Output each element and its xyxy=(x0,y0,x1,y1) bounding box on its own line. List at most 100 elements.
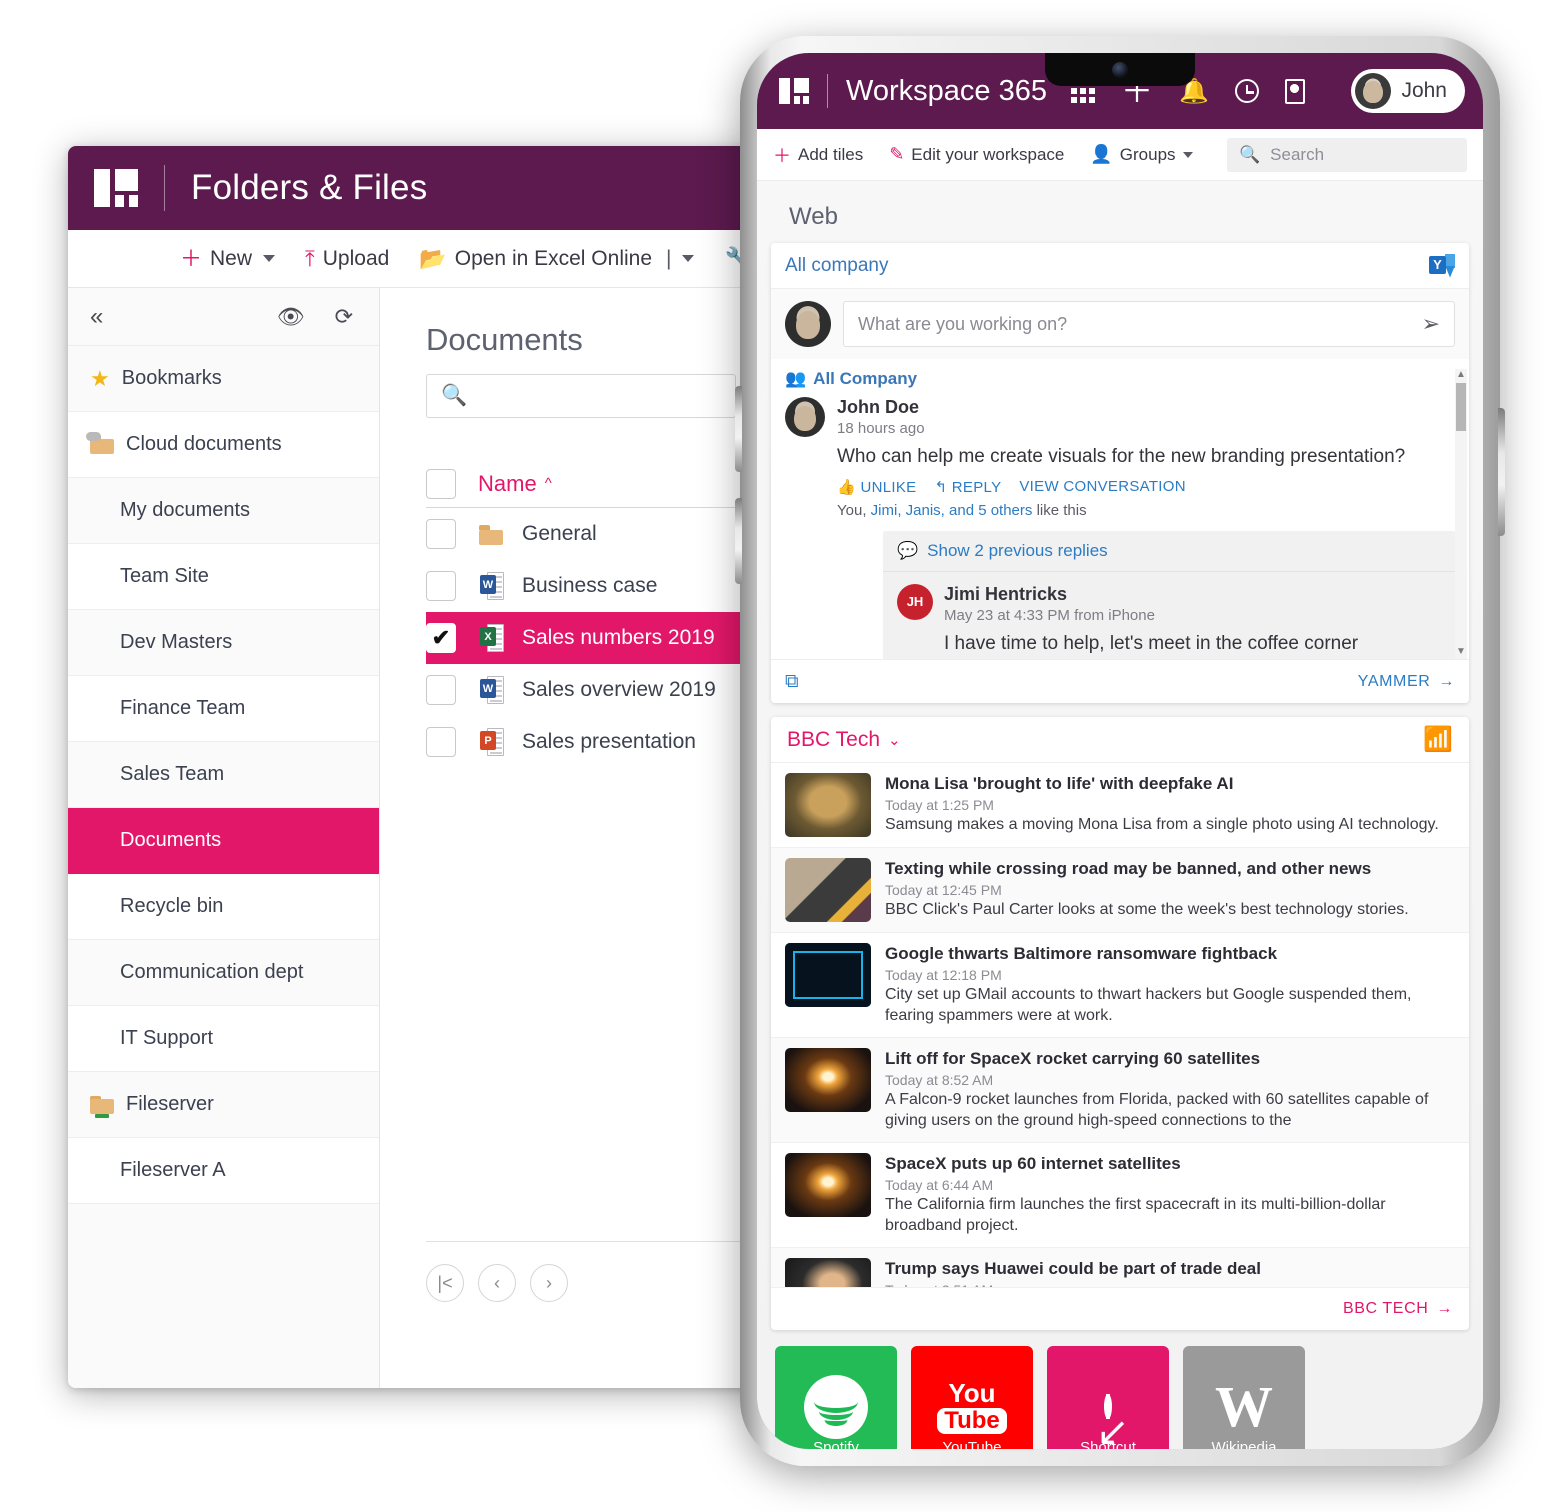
scrollbar-thumb[interactable] xyxy=(1456,383,1466,431)
reply-button[interactable]: ↰ REPLY xyxy=(934,478,1001,496)
yammer-feed[interactable]: 👥 All Company John Doe 18 hours ago Who … xyxy=(771,359,1469,659)
bbc-title-label: BBC Tech xyxy=(787,727,880,751)
sidebar-item-fileserver-a[interactable]: Fileserver A xyxy=(68,1138,379,1204)
table-row[interactable]: X Sales numbers 2019 xyxy=(426,612,768,664)
header-divider xyxy=(827,74,828,108)
clock-icon[interactable] xyxy=(1234,79,1259,103)
trump-podium-thumbnail xyxy=(785,1257,871,1287)
workspace-logo-icon xyxy=(94,169,138,207)
file-search-input[interactable]: 🔍 xyxy=(426,374,736,418)
list-item[interactable]: Trump says Huawei could be part of trade… xyxy=(771,1247,1469,1288)
sidebar-item-sales-team[interactable]: Sales Team xyxy=(68,742,379,808)
tile-shortcut[interactable]: ↙ Shortcut xyxy=(1047,1345,1169,1449)
avatar xyxy=(785,397,825,437)
tile-youtube[interactable]: You Tube YouTube xyxy=(911,1345,1033,1449)
search-placeholder: Search xyxy=(1270,144,1325,164)
groups-dropdown[interactable]: 👤 Groups xyxy=(1090,144,1193,165)
select-all-checkbox[interactable] xyxy=(426,468,456,499)
row-checkbox[interactable] xyxy=(426,727,456,757)
arrow-right-icon: → xyxy=(1438,672,1455,690)
list-item[interactable]: Texting while crossing road may be banne… xyxy=(771,848,1469,933)
table-row[interactable]: General xyxy=(426,508,768,560)
open-in-excel-online-button[interactable]: 📂 Open in Excel Online | xyxy=(419,247,695,271)
chevron-down-icon xyxy=(682,255,695,262)
scroll-down-icon[interactable]: ▼ xyxy=(1456,646,1466,657)
compose-placeholder: What are you working on? xyxy=(858,313,1068,334)
edit-workspace-label: Edit your workspace xyxy=(911,144,1065,164)
sidebar-item-documents[interactable]: Documents xyxy=(68,808,379,874)
phone-screen: Workspace 365 ＋ 🔔 John ＋ Add tiles ✎ Edi… xyxy=(757,53,1483,1449)
list-item[interactable]: Mona Lisa 'brought to life' with deepfak… xyxy=(771,763,1469,848)
table-row[interactable]: W Business case xyxy=(426,560,768,612)
table-row[interactable]: W Sales overview 2019 xyxy=(426,664,768,716)
power-button[interactable] xyxy=(1498,408,1505,536)
list-item[interactable]: SpaceX puts up 60 internet satellites To… xyxy=(771,1143,1469,1248)
column-header-name-label: Name xyxy=(478,470,537,496)
window-header: Folders & Files xyxy=(68,146,768,230)
refresh-icon[interactable]: ⟳ xyxy=(335,304,353,330)
yammer-scrollbar[interactable]: ▲ ▼ xyxy=(1455,369,1467,659)
yammer-more-link[interactable]: YAMMER → xyxy=(1358,673,1455,691)
scroll-up-icon[interactable]: ▲ xyxy=(1456,369,1466,380)
row-checkbox[interactable] xyxy=(426,675,456,705)
yammer-reply: JH Jimi Hentricks May 23 at 4:33 PM from… xyxy=(883,572,1455,659)
search-input[interactable]: 🔍 Search xyxy=(1227,137,1467,172)
view-conversation-button[interactable]: VIEW CONVERSATION xyxy=(1019,478,1186,496)
sidebar-item-fileserver[interactable]: Fileserver xyxy=(68,1072,379,1138)
unlike-button[interactable]: 👍 UNLIKE xyxy=(837,478,916,496)
workspace-subbar: ＋ Add tiles ✎ Edit your workspace 👤 Grou… xyxy=(757,129,1483,181)
sidebar-item-it-support[interactable]: IT Support xyxy=(68,1006,379,1072)
sidebar-item-recycle-bin[interactable]: Recycle bin xyxy=(68,874,379,940)
first-page-icon[interactable]: |< xyxy=(426,1264,464,1302)
volume-down-button[interactable] xyxy=(735,498,742,584)
powerpoint-doc-icon: P xyxy=(478,728,506,756)
list-item[interactable]: Google thwarts Baltimore ransomware figh… xyxy=(771,933,1469,1038)
bbc-card-title[interactable]: BBC Tech ⌄ xyxy=(787,728,901,752)
app-tiles: Spotify You Tube YouTube ↙ Shortcut W Wi… xyxy=(771,1345,1469,1449)
yammer-group-label[interactable]: 👥 All Company xyxy=(785,369,1455,389)
tile-spotify[interactable]: Spotify xyxy=(775,1345,897,1449)
likes-names[interactable]: Jimi, Janis, and 5 others xyxy=(871,502,1033,519)
contact-card-icon[interactable] xyxy=(1284,78,1305,104)
sidebar-item-communication-dept[interactable]: Communication dept xyxy=(68,940,379,1006)
new-button[interactable]: ＋ New xyxy=(180,247,276,271)
list-item[interactable]: Lift off for SpaceX rocket carrying 60 s… xyxy=(771,1037,1469,1143)
sidebar-item-bookmarks[interactable]: ★ Bookmarks xyxy=(68,346,379,412)
row-checkbox[interactable] xyxy=(426,571,456,601)
volume-up-button[interactable] xyxy=(735,386,742,472)
file-name: General xyxy=(522,522,597,545)
sidebar-item-dev-masters[interactable]: Dev Masters xyxy=(68,610,379,676)
row-checkbox[interactable] xyxy=(426,623,456,653)
column-header-name[interactable]: Name ^ xyxy=(478,471,552,497)
row-checkbox[interactable] xyxy=(426,519,456,549)
add-tiles-button[interactable]: ＋ Add tiles xyxy=(773,142,863,168)
bbc-more-link[interactable]: BBC TECH → xyxy=(1343,1300,1453,1318)
yammer-compose-input[interactable]: What are you working on? ➢ xyxy=(843,301,1455,347)
file-name: Business case xyxy=(522,574,658,597)
open-external-icon[interactable]: ⧉ xyxy=(785,671,799,693)
table-row[interactable]: P Sales presentation xyxy=(426,716,768,768)
next-page-icon[interactable]: › xyxy=(530,1264,568,1302)
workspace-content[interactable]: Web All company Y What are you working o… xyxy=(757,181,1483,1449)
tile-wikipedia[interactable]: W Wikipedia xyxy=(1183,1345,1305,1449)
show-previous-replies-button[interactable]: 💬 Show 2 previous replies xyxy=(883,531,1455,572)
sidebar-item-my-documents[interactable]: My documents xyxy=(68,478,379,544)
article-title: Texting while crossing road may be banne… xyxy=(885,859,1372,878)
previous-page-icon[interactable]: ‹ xyxy=(478,1264,516,1302)
chevron-double-left-icon[interactable]: « xyxy=(90,303,103,331)
sidebar-item-team-site[interactable]: Team Site xyxy=(68,544,379,610)
post-author: John Doe xyxy=(837,397,920,417)
send-icon[interactable]: ➢ xyxy=(1422,311,1440,337)
page-title: Folders & Files xyxy=(191,168,428,207)
user-menu[interactable]: John xyxy=(1351,69,1465,113)
sidebar-item-cloud-documents[interactable]: Cloud documents xyxy=(68,412,379,478)
sidebar-item-finance-team[interactable]: Finance Team xyxy=(68,676,379,742)
rss-icon[interactable]: 📶 xyxy=(1423,725,1453,754)
edit-workspace-button[interactable]: ✎ Edit your workspace xyxy=(889,144,1064,165)
server-folder-icon xyxy=(90,1095,114,1118)
reply-author: Jimi Hentricks xyxy=(944,583,1068,604)
eye-icon[interactable]: 👁 xyxy=(277,304,305,330)
phone-notch xyxy=(1045,53,1195,86)
sidebar-item-label: Sales Team xyxy=(120,763,225,785)
upload-button[interactable]: ⤒ Upload xyxy=(305,247,389,271)
